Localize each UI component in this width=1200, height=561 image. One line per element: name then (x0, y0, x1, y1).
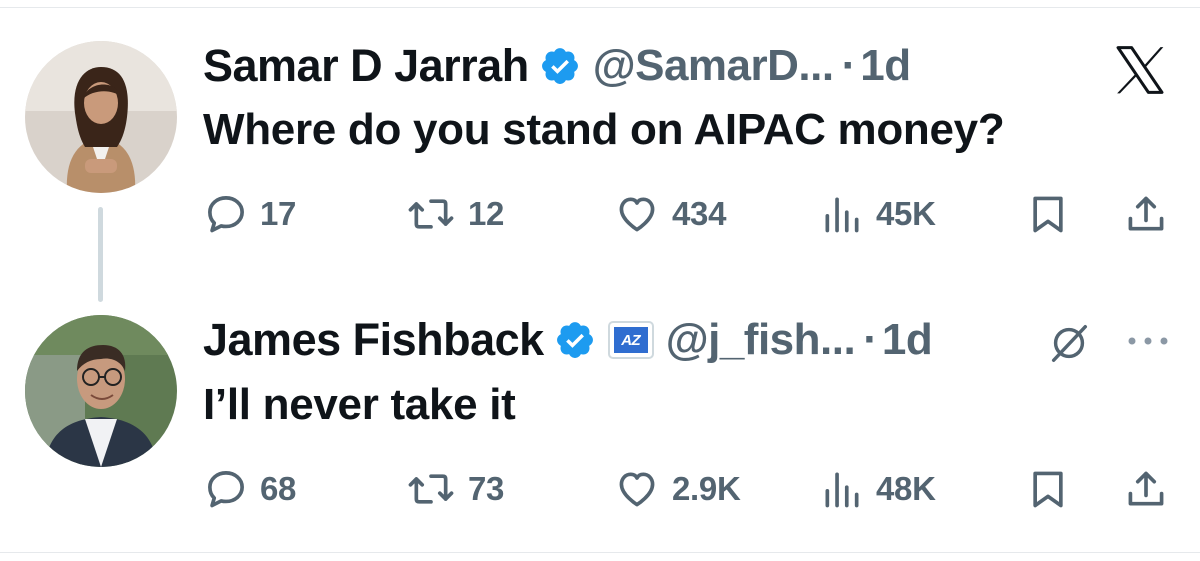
like-count: 434 (672, 195, 727, 232)
bookmark-button[interactable] (1026, 189, 1070, 239)
share-button[interactable] (1124, 189, 1168, 239)
verified-badge-icon[interactable] (539, 45, 581, 87)
like-icon (619, 472, 655, 507)
like-button[interactable]: 434 (614, 189, 726, 239)
like-icon (619, 197, 655, 232)
views-count: 45K (876, 195, 936, 232)
avatar-samar-image (25, 41, 177, 193)
bookmark-icon (1033, 196, 1063, 233)
more-icon[interactable] (1124, 333, 1172, 349)
tweet-actions: 68 73 2.9K 48K (200, 464, 1180, 514)
share-icon (1128, 196, 1164, 231)
views-count: 48K (876, 470, 936, 507)
retweet-icon (408, 199, 454, 229)
timestamp[interactable]: 1d (882, 315, 933, 365)
tweet-actions: 17 12 434 45K (200, 189, 1180, 239)
like-button[interactable]: 2.9K (614, 464, 741, 514)
tweet-header: Samar D Jarrah @SamarD... · 1d (203, 38, 911, 94)
like-count: 2.9K (672, 470, 741, 507)
author-name[interactable]: James Fishback (203, 314, 544, 366)
separator-dot: · (863, 315, 878, 364)
thread-connector (98, 207, 103, 302)
x-logo-icon[interactable] (1110, 42, 1170, 98)
separator-dot: · (841, 41, 857, 90)
reply-button[interactable]: 68 (204, 464, 296, 514)
tweet-header: James Fishback AZ @j_fish... · 1d (203, 312, 933, 368)
author-handle[interactable]: @j_fish... (666, 315, 856, 365)
affiliate-badge[interactable]: AZ (607, 321, 654, 359)
author-name[interactable]: Samar D Jarrah (203, 40, 529, 92)
share-button[interactable] (1124, 464, 1168, 514)
author-handle[interactable]: @SamarD... (593, 41, 834, 91)
verified-badge-icon[interactable] (554, 319, 596, 361)
retweet-icon (408, 474, 454, 504)
reply-count: 17 (260, 195, 297, 232)
retweet-button[interactable]: 12 (406, 189, 504, 239)
avatar-james-image (25, 315, 177, 467)
reply-icon (208, 471, 244, 508)
retweet-button[interactable]: 73 (406, 464, 504, 514)
reply-icon (208, 196, 244, 233)
affiliate-badge-label: AZ (613, 327, 648, 353)
bookmark-icon (1033, 471, 1063, 508)
reply-count: 68 (260, 470, 297, 507)
grok-icon[interactable] (1046, 320, 1092, 366)
views-button[interactable]: 45K (820, 189, 936, 239)
share-icon (1128, 471, 1164, 506)
avatar-samar[interactable] (25, 41, 177, 193)
top-divider (0, 7, 1200, 8)
reply-button[interactable]: 17 (204, 189, 296, 239)
avatar-james[interactable] (25, 315, 177, 467)
views-button[interactable]: 48K (820, 464, 936, 514)
bottom-divider (0, 552, 1200, 553)
timestamp[interactable]: 1d (860, 41, 911, 91)
retweet-count: 73 (468, 470, 505, 507)
views-icon (825, 472, 859, 508)
retweet-count: 12 (468, 195, 505, 232)
tweet-text: I’ll never take it (203, 380, 516, 429)
views-icon (825, 197, 859, 233)
tweet-text: Where do you stand on AIPAC money? (203, 105, 1005, 154)
bookmark-button[interactable] (1026, 464, 1070, 514)
